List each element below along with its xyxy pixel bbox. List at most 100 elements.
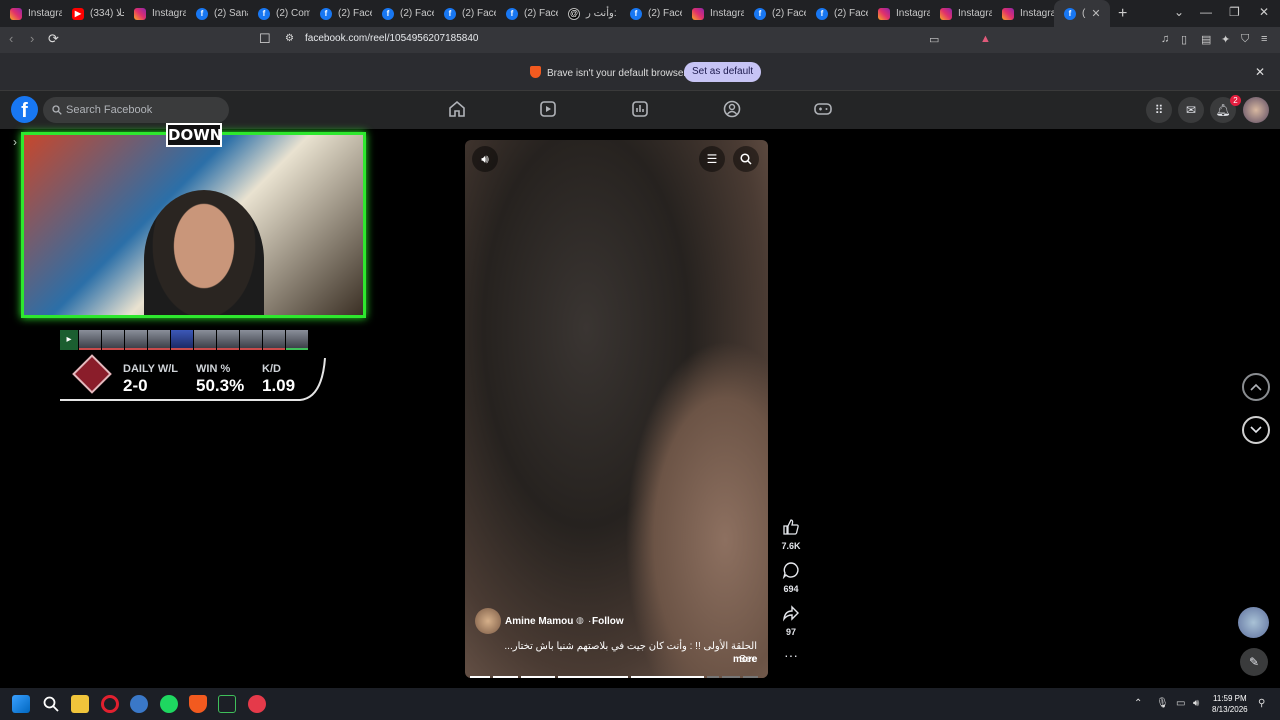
tab-title: Instagra [28, 8, 62, 19]
browser-tab[interactable]: f (2) Face [372, 0, 434, 27]
taskbar-search-icon[interactable] [42, 695, 60, 713]
spotify-icon[interactable] [160, 695, 178, 713]
bookmark-icon[interactable]: ☐ [259, 31, 271, 47]
wallet-icon[interactable]: ▤ [1201, 33, 1211, 46]
system-clock[interactable]: 11:59 PM 8/13/2026 [1212, 693, 1248, 715]
more-options-icon[interactable]: ··· [784, 647, 798, 663]
sidebar-icon[interactable]: ▯ [1181, 33, 1187, 46]
agent-history: ▸ [60, 330, 308, 352]
instagram-icon [134, 7, 146, 20]
share-button[interactable]: 97 [780, 604, 802, 637]
default-browser-banner: Brave isn't your default browser Set as … [0, 53, 1280, 91]
brave-rewards-icon[interactable]: ▲ [980, 33, 991, 45]
reel-caption: الحلقة الأولى !! : وأنت كان جيت في بلاصت… [504, 641, 757, 665]
facebook-icon: f [506, 7, 518, 20]
menu-grid-icon[interactable]: ⠿ [1146, 97, 1172, 123]
media-icon[interactable]: ♫ [1161, 33, 1169, 45]
tab-title: Instagra [896, 8, 930, 19]
reels-icon[interactable] [539, 100, 557, 118]
clock-time: 11:59 PM [1212, 694, 1247, 703]
vpn-icon[interactable]: ⛉ [1241, 33, 1249, 46]
author-name[interactable]: Amine Mamou [505, 616, 573, 627]
agent-portrait [240, 330, 262, 350]
tab-close-icon[interactable]: ✕ [1091, 7, 1100, 20]
app-icon[interactable] [130, 695, 148, 713]
browser-tab[interactable]: f (2) Face [496, 0, 558, 27]
browser-tab[interactable]: Instagra [868, 0, 930, 27]
contact-avatar[interactable] [1238, 607, 1269, 638]
show-hidden-icons[interactable]: ⌃ [1134, 698, 1142, 709]
tab-title: Instagra [152, 8, 186, 19]
browser-tab[interactable]: f (2) Face [744, 0, 806, 27]
reel-search-icon[interactable] [733, 146, 759, 172]
opera-icon[interactable] [101, 695, 119, 713]
facebook-logo-icon[interactable]: f [11, 96, 38, 123]
next-reel-button[interactable] [1242, 416, 1270, 444]
facebook-icon: f [630, 7, 642, 20]
agent-portrait [171, 330, 193, 350]
browser-tab[interactable]: Instagra [930, 0, 992, 27]
instagram-icon [10, 7, 22, 20]
network-icon[interactable]: ▭ [1176, 698, 1185, 709]
browser-tab[interactable]: f (✕ [1054, 0, 1110, 27]
volume-icon[interactable]: 🔊︎ [1193, 698, 1199, 709]
browser-tab[interactable]: Instagra [0, 0, 62, 27]
reel-progress[interactable] [470, 676, 762, 678]
list-icon[interactable]: ☰ [699, 146, 725, 172]
groups-icon[interactable] [723, 100, 741, 118]
browser-tab[interactable]: f (2) Face [620, 0, 682, 27]
browser-tab[interactable]: Instagra [124, 0, 186, 27]
browser-tab[interactable]: f (2) Face [806, 0, 868, 27]
browser-tab[interactable]: f (2) Com [248, 0, 310, 27]
like-button[interactable]: 7.6K [780, 518, 802, 551]
tab-title: (2) Sana [214, 8, 248, 19]
search-input[interactable] [66, 102, 226, 118]
browser-tab[interactable]: f (2) Sana [186, 0, 248, 27]
reel-video[interactable]: 🔊︎ ☰ [465, 140, 768, 678]
site-info-icon[interactable]: ⚙ [285, 33, 294, 44]
messenger-icon[interactable]: ✉ [1178, 97, 1204, 123]
see-more-link[interactable]: more [733, 654, 757, 665]
profile-avatar[interactable] [1243, 97, 1269, 123]
home-icon[interactable] [448, 100, 466, 118]
browser-tab[interactable]: f (2) Face [434, 0, 496, 27]
follow-button[interactable]: Follow [592, 616, 624, 627]
cast-icon[interactable]: ▭ [929, 33, 939, 46]
previous-reel-button[interactable] [1242, 373, 1270, 401]
comment-icon [782, 562, 799, 580]
back-icon[interactable]: ‹ [9, 31, 13, 46]
dashboard-icon[interactable] [631, 100, 649, 118]
browser-tab[interactable]: f (2) Face [310, 0, 372, 27]
browser-tab[interactable]: @ وأنت ر: [558, 0, 620, 27]
gaming-icon[interactable] [814, 100, 832, 118]
comment-button[interactable]: 694 [780, 561, 802, 594]
app-icon-red[interactable] [248, 695, 266, 713]
like-count: 7.6K [781, 541, 801, 551]
notifications-icon[interactable]: ⚲ [1258, 698, 1265, 709]
reload-icon[interactable]: ⟳ [48, 31, 59, 47]
browser-tab[interactable]: ▶ (334) حلا [62, 0, 124, 27]
menu-icon[interactable]: ≡ [1261, 33, 1267, 45]
new-message-button[interactable]: ✎ [1240, 648, 1268, 676]
collapse-chevron-icon[interactable]: › [13, 135, 17, 149]
url-field[interactable]: facebook.com/reel/1054956207185840 [305, 33, 478, 44]
app-icon-green[interactable] [218, 695, 236, 713]
new-tab-button[interactable]: + [1118, 5, 1127, 23]
search-box[interactable] [43, 97, 229, 123]
set-default-button[interactable]: Set as default [684, 62, 762, 82]
file-explorer-icon[interactable] [71, 695, 89, 713]
browser-tab[interactable]: Instagra [992, 0, 1054, 27]
banner-close-icon[interactable]: ✕ [1255, 65, 1265, 79]
mute-toggle-icon[interactable]: 🔊︎ [472, 146, 498, 172]
author-avatar[interactable] [475, 608, 501, 634]
windows-start-icon[interactable] [12, 695, 30, 713]
tab-search-icon[interactable]: ⌄ [1174, 5, 1184, 19]
microphone-icon[interactable]: 🎙︎ [1156, 698, 1169, 709]
browser-tab[interactable]: Instagra [682, 0, 744, 27]
close-window-button[interactable]: ✕ [1259, 5, 1269, 19]
forward-icon[interactable]: › [30, 31, 34, 46]
maximize-button[interactable]: ❐ [1229, 5, 1240, 19]
brave-taskbar-icon[interactable] [189, 695, 207, 713]
minimize-button[interactable]: — [1200, 5, 1212, 19]
leo-ai-icon[interactable]: ✦ [1221, 33, 1230, 46]
